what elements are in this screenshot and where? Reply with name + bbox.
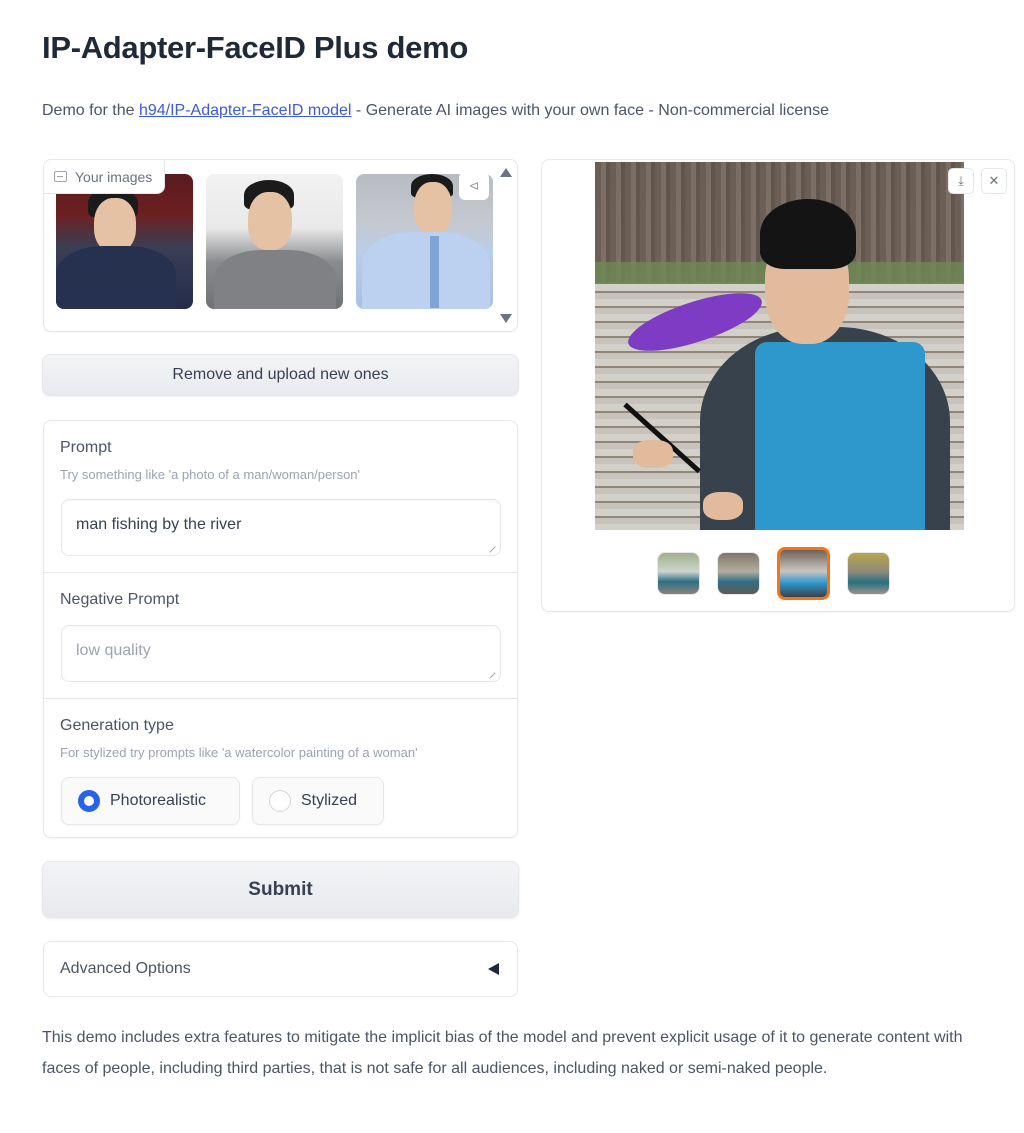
prompt-label: Prompt [60,439,112,456]
prompt-value: man fishing by the river [76,516,242,533]
close-button[interactable]: ✕ [981,168,1007,194]
negative-prompt-placeholder: low quality [76,642,151,659]
scroll-down-arrow[interactable] [500,314,512,323]
image-detail [633,440,673,468]
share-button[interactable]: ⊲ [459,172,489,200]
input-image-1[interactable] [56,174,193,309]
subtitle-suffix: - Generate AI images with your own face … [351,102,830,119]
remove-upload-button[interactable]: Remove and upload new ones [42,354,519,396]
radio-unselected-icon [269,790,291,812]
image-detail [56,246,176,309]
download-icon: ⤓ [958,173,964,188]
image-icon [54,171,67,182]
negative-prompt-input[interactable]: low quality [61,625,501,682]
image-detail [362,232,490,309]
share-icon: ⊲ [468,178,480,193]
negative-prompt-block: Negative Prompt low quality [44,572,517,698]
image-detail [755,342,925,530]
radio-label: Stylized [301,792,358,809]
download-button[interactable]: ⤓ [948,168,974,194]
subtitle-prefix: Demo for the [42,102,139,119]
generated-image[interactable] [595,162,964,530]
input-image-gallery: Your images ⊲ [43,159,518,332]
image-detail [214,250,336,309]
negative-prompt-label: Negative Prompt [60,591,180,608]
image-detail [430,236,439,308]
radio-label: Photorealistic [110,792,207,809]
generation-type-block: Generation type For stylized try prompts… [44,698,517,838]
prompt-input[interactable]: man fishing by the river [61,499,501,556]
gallery-label-text: Your images [75,168,153,185]
collapse-arrow-icon [488,963,499,975]
resize-handle-icon[interactable] [484,541,496,553]
generation-type-info: For stylized try prompts like 'a waterco… [60,745,418,760]
radio-selected-icon [78,790,100,812]
image-detail [94,198,136,252]
output-gallery: ⤓ ✕ [541,159,1015,612]
page-title: IP-Adapter-FaceID Plus demo [42,30,468,65]
thumbnail-3-selected[interactable] [776,547,830,600]
image-detail [703,492,743,520]
thumbnail-4[interactable] [846,552,890,595]
scroll-up-arrow[interactable] [500,168,512,177]
page-subtitle: Demo for the h94/IP-Adapter-FaceID model… [42,102,829,120]
advanced-options-accordion[interactable]: Advanced Options [43,941,518,997]
image-detail [414,182,452,234]
advanced-options-label: Advanced Options [60,960,191,977]
thumbnail-1[interactable] [656,552,700,595]
prompt-block: Prompt Try something like 'a photo of a … [44,421,517,572]
thumbnail-2[interactable] [716,552,760,595]
submit-button[interactable]: Submit [42,861,519,918]
radio-stylized[interactable]: Stylized [252,777,384,825]
disclaimer-text: This demo includes extra features to mit… [42,1029,963,1077]
thumbnail-strip [542,547,1014,600]
prompt-info: Try something like 'a photo of a man/wom… [60,467,361,482]
prompt-form: Prompt Try something like 'a photo of a … [43,420,518,838]
close-icon: ✕ [988,173,1000,188]
image-detail [248,192,292,250]
image-detail [760,199,856,269]
gallery-label: Your images [44,160,166,194]
input-image-2[interactable] [206,174,343,309]
generation-type-label: Generation type [60,717,174,734]
radio-photorealistic[interactable]: Photorealistic [61,777,240,825]
resize-handle-icon[interactable] [484,667,496,679]
model-link[interactable]: h94/IP-Adapter-FaceID model [139,102,352,119]
